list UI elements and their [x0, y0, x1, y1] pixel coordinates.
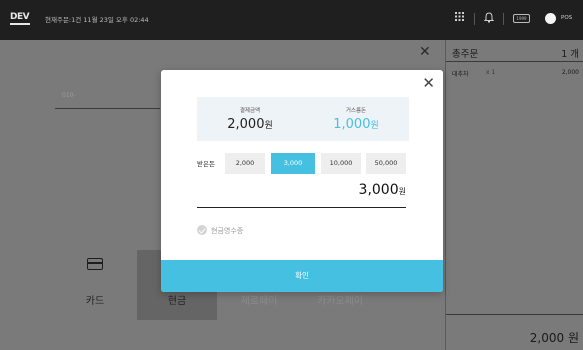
order-summary-panel: 총주문 1 개 대추차 x 1 2,000 2,000 원 — [445, 40, 583, 350]
divider — [474, 13, 475, 25]
change-amount-number: 1,000 — [333, 117, 371, 132]
received-amount-label: 받은돈 — [197, 160, 215, 168]
payment-amount-box: 결제금액 2,000원 — [197, 97, 303, 141]
cash-receipt-label[interactable]: 현금영수증 — [211, 226, 243, 236]
order-title: 총주문 — [452, 49, 479, 60]
payment-method-label: 현금 — [167, 296, 187, 307]
order-item-price: 2,000 — [561, 69, 579, 76]
order-total: 2,000 원 — [529, 331, 579, 345]
divider — [446, 61, 583, 62]
change-amount-box: 거스름돈 1,000원 — [303, 97, 409, 141]
change-amount-value: 1,000원 — [303, 117, 409, 132]
divider — [446, 314, 583, 315]
phone-input[interactable]: 010- — [62, 92, 76, 99]
payment-amount-label: 결제금액 — [239, 108, 261, 114]
payment-method-card[interactable]: 카드 — [55, 250, 135, 320]
input-underline — [55, 108, 160, 109]
close-icon[interactable]: ✕ — [422, 76, 435, 91]
confirm-button[interactable]: 확인 — [161, 260, 443, 292]
order-item-name: 대추차 — [452, 71, 469, 78]
order-status-info: 현재주문:1건 11월 23일 오후 02:44 — [45, 16, 149, 24]
check-icon[interactable] — [197, 225, 207, 235]
change-amount-label: 거스름돈 — [345, 108, 367, 114]
top-bar: DEV 현재주문:1건 11월 23일 오후 02:44 1999 POS — [0, 0, 583, 40]
quick-amount-button[interactable]: 10,000 — [321, 153, 361, 174]
quick-amount-button[interactable]: 50,000 — [366, 153, 406, 174]
payment-method-label: 카카오페이 — [317, 296, 363, 307]
close-icon[interactable]: ✕ — [419, 44, 431, 60]
payment-amount-unit: 원 — [264, 121, 273, 131]
change-amount-unit: 원 — [370, 121, 379, 131]
pos-label: POS — [561, 15, 573, 21]
received-amount-unit: 원 — [398, 187, 406, 196]
status-dot-icon — [545, 13, 556, 24]
logo-underline — [10, 23, 30, 25]
quick-amount-button[interactable]: 3,000 — [271, 153, 315, 174]
cash-payment-modal: ✕ 결제금액 2,000원 거스름돈 1,000원 받은돈 2,000 3,00… — [161, 70, 443, 292]
quick-amount-button[interactable]: 2,000 — [225, 153, 265, 174]
payment-method-label: 제로페이 — [240, 296, 278, 307]
received-amount-number: 3,000 — [358, 182, 399, 198]
card-icon — [87, 258, 103, 270]
order-item-qty: x 1 — [486, 69, 496, 76]
order-count: 1 개 — [561, 49, 579, 60]
app-logo: DEV — [10, 12, 30, 25]
logo-text: DEV — [10, 12, 30, 22]
grid-icon[interactable] — [455, 12, 464, 24]
payment-method-label: 카드 — [85, 296, 105, 307]
payment-amount-number: 2,000 — [227, 117, 265, 132]
received-amount-input[interactable]: 3,000원 — [359, 182, 406, 198]
keyboard-icon[interactable]: 1999 — [513, 14, 530, 23]
input-underline — [197, 207, 406, 208]
divider — [503, 13, 504, 25]
bell-icon[interactable] — [483, 12, 495, 26]
payment-amount-value: 2,000원 — [197, 117, 303, 132]
